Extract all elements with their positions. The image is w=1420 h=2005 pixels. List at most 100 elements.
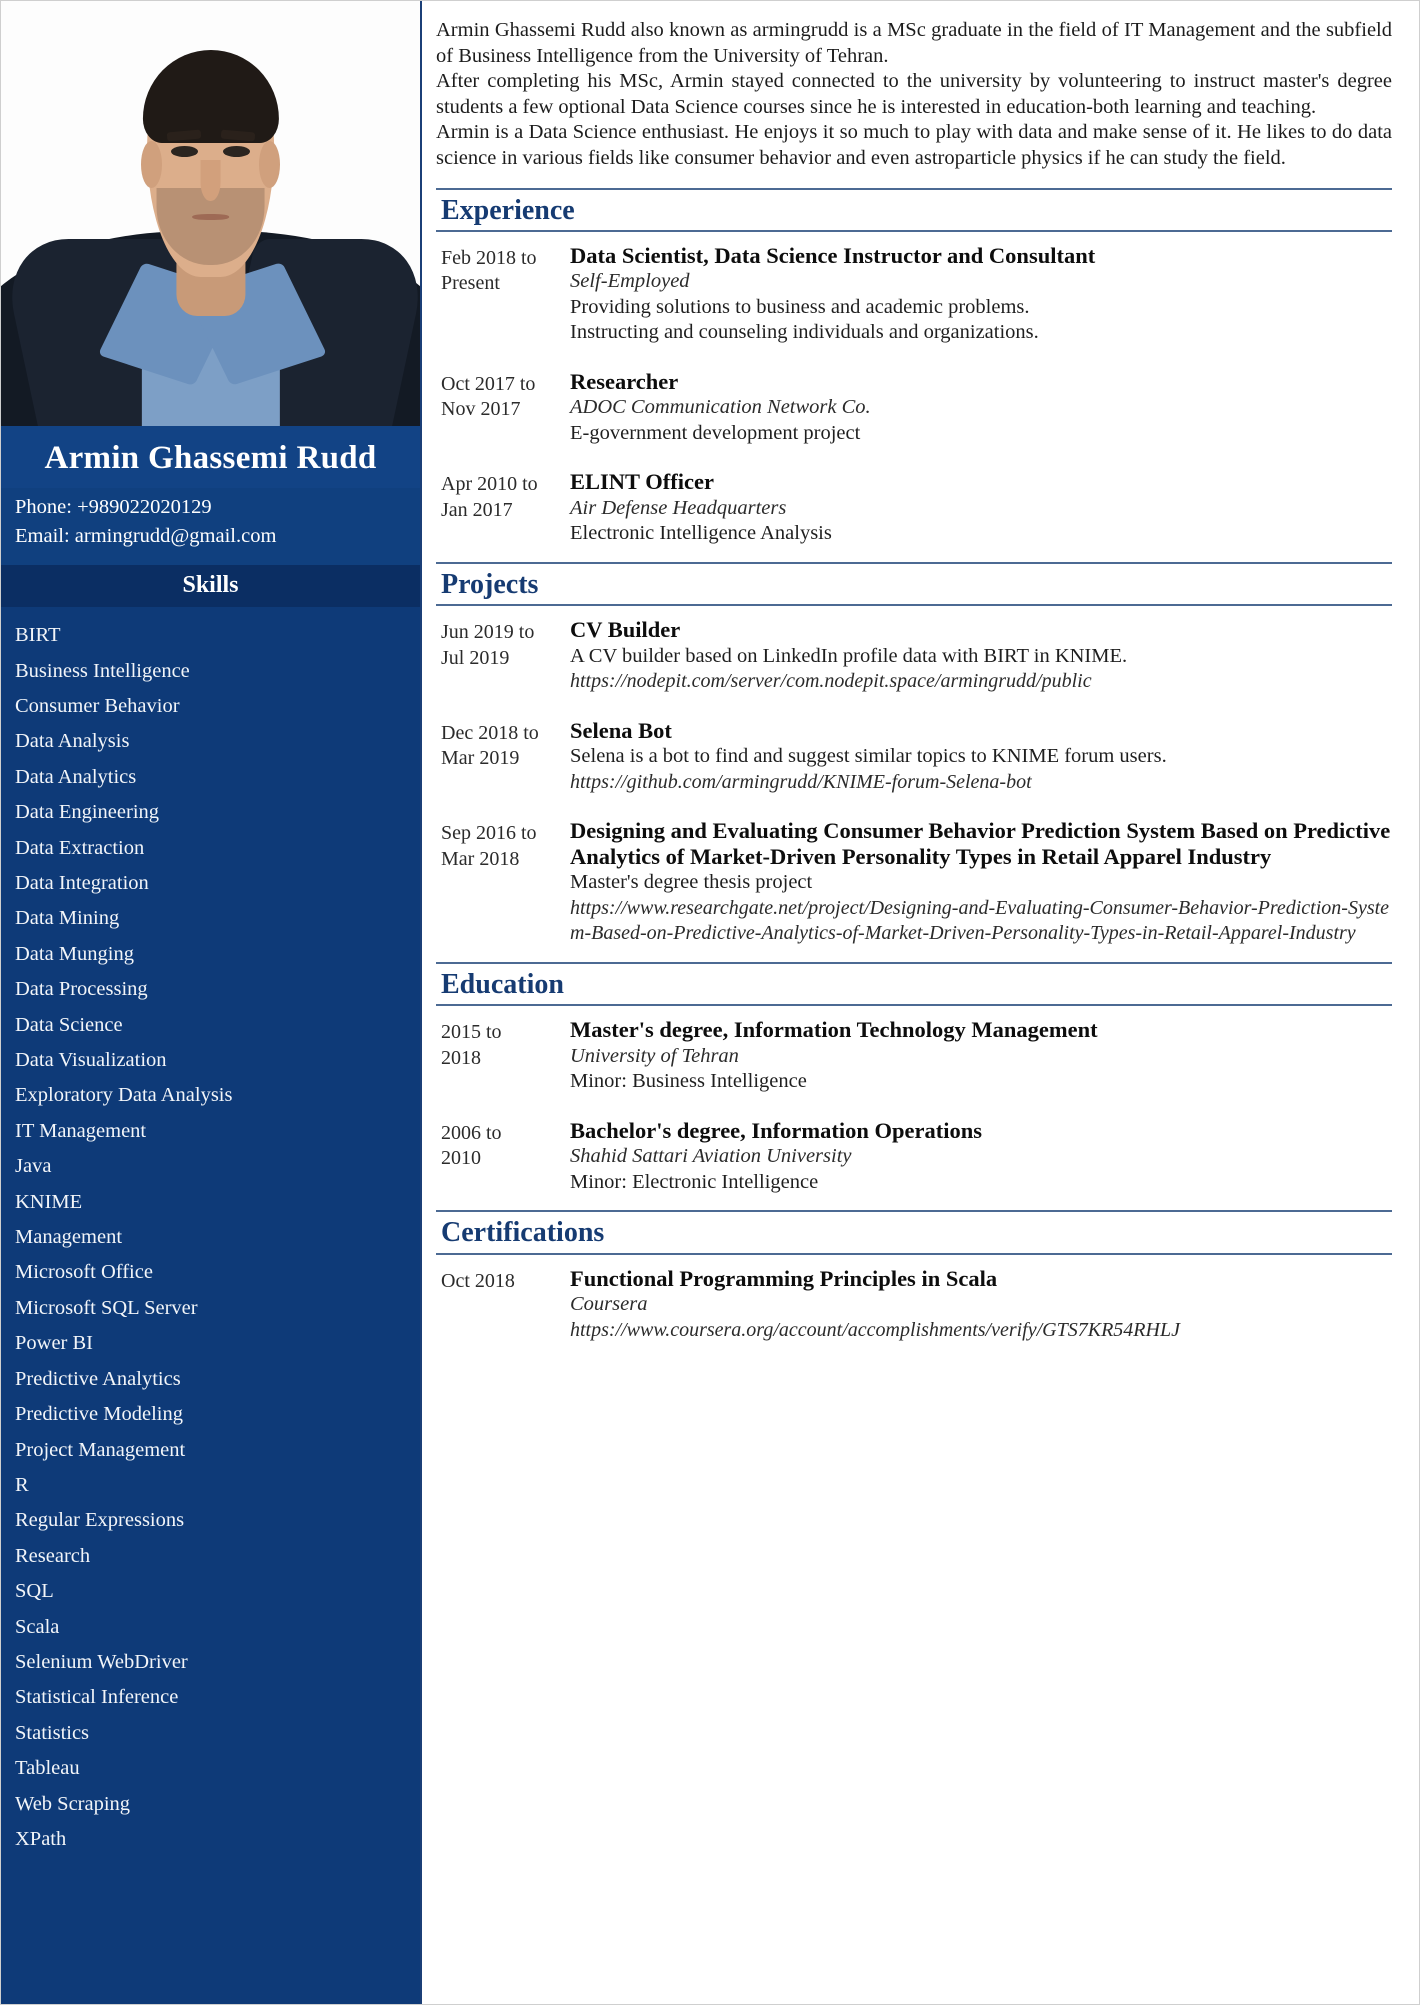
entry-url[interactable]: https://www.coursera.org/account/accompl…: [570, 1318, 1392, 1344]
entry-date-from: Sep 2016 to: [441, 822, 537, 845]
entry-date-to: Mar 2019: [441, 747, 520, 770]
skill-item: Consumer Behavior: [15, 694, 180, 717]
entry-date-from: 2006 to: [441, 1121, 502, 1144]
skill-item: Power BI: [15, 1332, 94, 1355]
entry-description-line: Providing solutions to business and acad…: [570, 295, 1030, 318]
skill-item: Data Visualization: [15, 1049, 167, 1072]
skill-item: Microsoft Office: [15, 1261, 153, 1284]
entry-dates: Oct 2017 to Nov 2017: [436, 369, 570, 447]
phone-text: Phone: +989022020129: [15, 495, 212, 518]
section-heading-label: Education: [441, 968, 564, 1000]
entry: Sep 2016 to Mar 2018 Designing and Evaluat…: [436, 818, 1392, 947]
entry-date-to: Nov 2017: [441, 398, 521, 421]
skills-list: BIRT Business Intelligence Consumer Behavi…: [1, 607, 420, 2004]
section-certifications: Certifications Oct 2018 Functional Program…: [436, 1210, 1392, 1343]
skill-item: SQL: [15, 1580, 54, 1603]
entry-title: CV Builder: [570, 617, 681, 643]
entry-title: Master's degree, Information Technology …: [570, 1017, 1098, 1043]
entry-body: Bachelor's degree, Information Operation…: [570, 1118, 1392, 1196]
section-projects: Projects Jun 2019 to Jul 2019 CV Builder A C…: [436, 561, 1392, 947]
entry-dates: 2006 to 2010: [436, 1118, 570, 1196]
entry-date-from: Dec 2018 to: [441, 721, 539, 744]
entry-body: Designing and Evaluating Consumer Behavi…: [570, 818, 1392, 947]
skill-item: Management: [15, 1226, 123, 1249]
entry: Oct 2017 to Nov 2017 Researcher ADOC Commun…: [436, 369, 1392, 447]
skill-item: Data Analytics: [15, 765, 137, 788]
skill-item: Java: [15, 1155, 52, 1178]
entry-url[interactable]: https://www.researchgate.net/project/Des…: [570, 896, 1392, 947]
entry-subtitle: University of Tehran: [570, 1044, 739, 1067]
skill-item: Scala: [15, 1615, 60, 1638]
entry-title: Data Scientist, Data Science Instructor …: [570, 242, 1096, 268]
entry-title: Bachelor's degree, Information Operation…: [570, 1117, 983, 1143]
entry: Apr 2010 to Jan 2017 ELINT Officer Air Defe…: [436, 469, 1392, 547]
entry: 2006 to 2010 Bachelor's degree, Informatio…: [436, 1118, 1392, 1196]
skill-item: Data Mining: [15, 907, 120, 930]
entry-body: Selena Bot Selena is a bot to find and su…: [570, 718, 1392, 796]
entry-date-to: Jul 2019: [441, 646, 510, 669]
skill-item: Data Analysis: [15, 730, 130, 753]
skill-item: Predictive Modeling: [15, 1403, 183, 1426]
section-heading-education: Education: [436, 961, 1392, 1007]
skill-item: XPath: [15, 1827, 67, 1850]
portrait-photo: [1, 1, 420, 426]
entry-description-line: Master's degree thesis project: [570, 871, 813, 894]
section-heading-projects: Projects: [436, 561, 1392, 607]
skill-item: Data Engineering: [15, 801, 160, 824]
full-name: Armin Ghassemi Rudd: [44, 440, 377, 476]
entry-description-line: Instructing and counseling individuals a…: [570, 321, 1039, 344]
section-heading-label: Experience: [441, 194, 575, 226]
skill-item: Research: [15, 1544, 91, 1567]
entry-dates: 2015 to 2018: [436, 1017, 570, 1095]
entry-date-from: Oct 2017 to: [441, 372, 536, 395]
skill-item: Data Processing: [15, 978, 148, 1001]
entry-date-from: Jun 2019 to: [441, 621, 535, 644]
entry-date-to: 2018: [441, 1046, 481, 1069]
skill-item: Project Management: [15, 1438, 186, 1461]
skill-item: Statistical Inference: [15, 1686, 179, 1709]
entry-description-line: Electronic Intelligence Analysis: [570, 522, 832, 545]
email-text: Email: armingrudd@gmail.com: [15, 525, 277, 548]
entry-dates: Apr 2010 to Jan 2017: [436, 469, 570, 547]
entry: 2015 to 2018 Master's degree, Information …: [436, 1017, 1392, 1095]
entry-dates: Oct 2018: [436, 1266, 570, 1344]
entry-subtitle: Coursera: [570, 1293, 648, 1315]
skill-item: Data Munging: [15, 942, 134, 965]
entry-title: Researcher: [570, 368, 679, 394]
entry-url[interactable]: https://nodepit.com/server/com.nodepit.s…: [570, 669, 1392, 695]
skill-item: Data Extraction: [15, 836, 145, 859]
entry-description-line: A CV builder based on LinkedIn profile d…: [570, 644, 1128, 667]
section-heading-label: Certifications: [441, 1217, 605, 1249]
entry-date-from: Apr 2010 to: [441, 473, 538, 496]
summary-paragraph: Armin is a Data Science enthusiast. He e…: [436, 121, 1392, 169]
section-heading-label: Projects: [441, 568, 539, 600]
entry-subtitle: Shahid Sattari Aviation University: [570, 1145, 852, 1168]
entry-body: ELINT Officer Air Defense Headquarters Ele…: [570, 469, 1392, 547]
skill-item: Business Intelligence: [15, 659, 190, 682]
entry-description-line: E-government development project: [570, 421, 861, 444]
entry-dates: Jun 2019 to Jul 2019: [436, 617, 570, 695]
skill-item: Web Scraping: [15, 1792, 131, 1815]
skill-item: R: [15, 1473, 29, 1496]
entry-body: CV Builder A CV builder based on LinkedIn…: [570, 617, 1392, 695]
entry-date-to: Jan 2017: [441, 498, 513, 521]
skill-item: Data Integration: [15, 872, 149, 894]
entry-body: Data Scientist, Data Science Instructor …: [570, 243, 1392, 346]
entry-title: Functional Programming Principles in Sca…: [570, 1265, 998, 1291]
entry-body: Researcher ADOC Communication Network Co.…: [570, 369, 1392, 447]
entry-dates: Sep 2016 to Mar 2018: [436, 818, 570, 947]
summary-block: Armin Ghassemi Rudd also known as arming…: [436, 18, 1392, 172]
summary-paragraph: After completing his MSc, Armin stayed c…: [436, 70, 1392, 118]
skill-item: Statistics: [15, 1721, 90, 1744]
entry-title: Selena Bot: [570, 717, 672, 743]
entry-date-to: Mar 2018: [441, 847, 520, 870]
section-heading-certifications: Certifications: [436, 1210, 1392, 1255]
entry-url[interactable]: https://github.com/armingrudd/KNIME-foru…: [570, 770, 1392, 796]
entry: Jun 2019 to Jul 2019 CV Builder A CV builde…: [436, 617, 1392, 695]
name-band: Armin Ghassemi Rudd: [1, 426, 420, 488]
entry-date-to: 2010: [441, 1147, 481, 1170]
entry-subtitle: ADOC Communication Network Co.: [570, 396, 871, 419]
entry: Feb 2018 to Present Data Scientist, Data S…: [436, 243, 1392, 346]
main-column: Armin Ghassemi Rudd also known as arming…: [420, 1, 1419, 2004]
skill-item: Microsoft SQL Server: [15, 1296, 198, 1319]
